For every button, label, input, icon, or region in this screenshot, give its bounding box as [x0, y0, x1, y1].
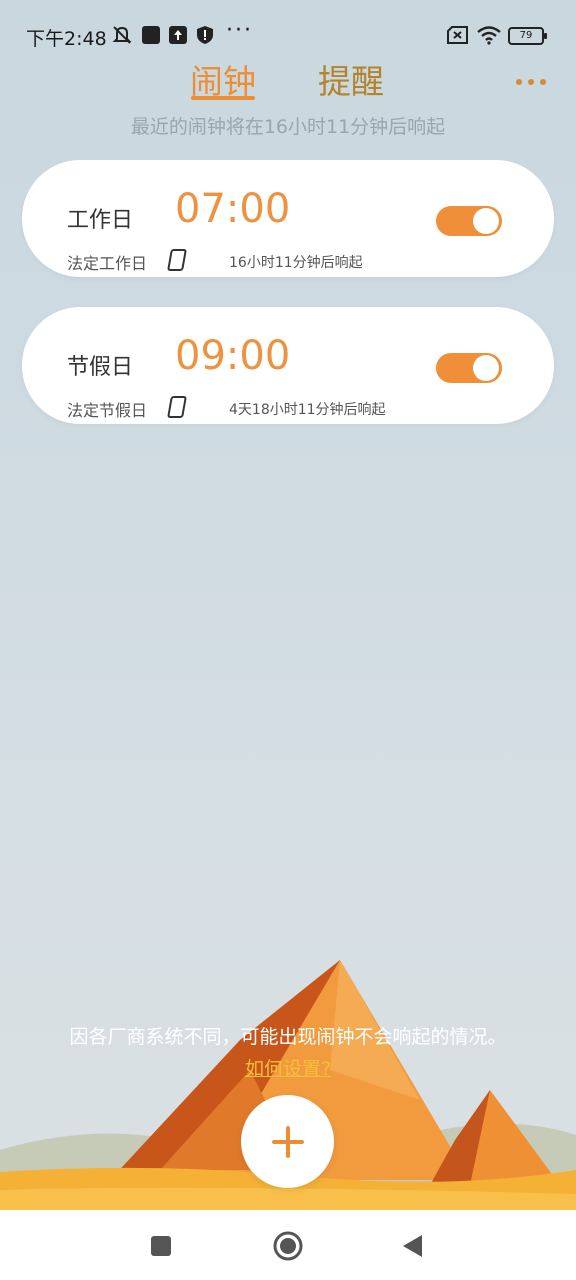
- square-notification-icon: [141, 24, 161, 46]
- plus-icon: [271, 1125, 304, 1158]
- toggle-knob: [473, 355, 499, 381]
- alarm-label: 节假日: [67, 355, 134, 380]
- toggle-knob: [473, 208, 499, 234]
- phone-icon: [167, 249, 187, 271]
- alarm-card-workday[interactable]: 工作日 07:00 法定工作日 16小时11分钟后响起: [22, 160, 554, 277]
- battery-icon: 79: [508, 27, 547, 45]
- recents-button[interactable]: [141, 1230, 181, 1262]
- alarm-card-holiday[interactable]: 节假日 09:00 法定节假日 4天18小时11分钟后响起: [22, 307, 554, 424]
- back-triangle-icon: [403, 1235, 422, 1257]
- alarm-time: 07:00: [175, 186, 291, 232]
- next-alarm-subtitle: 最近的闹钟将在16小时11分钟后响起: [130, 116, 446, 138]
- alarm-label: 工作日: [67, 208, 134, 233]
- status-bar: 下午2:48 ··· 79: [0, 0, 576, 72]
- alarm-countdown: 16小时11分钟后响起: [229, 255, 363, 271]
- alarm-repeat: 法定节假日: [67, 401, 148, 420]
- recents-square-icon: [151, 1236, 171, 1256]
- alarm-countdown: 4天18小时11分钟后响起: [229, 402, 386, 418]
- add-alarm-button[interactable]: [241, 1095, 334, 1188]
- status-more-icon: ···: [226, 18, 253, 43]
- how-to-setup-link[interactable]: 如何设置?: [0, 1054, 576, 1081]
- phone-icon: [167, 396, 187, 418]
- status-time: 下午2:48: [26, 28, 107, 50]
- sim-off-icon: [446, 24, 470, 46]
- alarm-time: 09:00: [175, 333, 291, 379]
- muted-bell-icon: [110, 24, 134, 46]
- system-nav-bar: [0, 1210, 576, 1280]
- alarm-toggle[interactable]: [436, 353, 502, 383]
- shield-icon: [195, 24, 215, 46]
- wifi-icon: [476, 24, 502, 46]
- alarm-toggle[interactable]: [436, 206, 502, 236]
- alarm-repeat: 法定工作日: [67, 254, 148, 273]
- notice-text: 因各厂商系统不同，可能出现闹钟不会响起的情况。: [69, 1026, 507, 1048]
- tab-reminder[interactable]: 提醒: [318, 55, 384, 103]
- more-horizontal-icon[interactable]: [514, 62, 548, 95]
- home-circle-icon: [273, 1231, 303, 1261]
- back-button[interactable]: [392, 1230, 432, 1262]
- tab-underline: [191, 96, 255, 100]
- upload-icon: [168, 24, 188, 46]
- home-button[interactable]: [268, 1230, 308, 1262]
